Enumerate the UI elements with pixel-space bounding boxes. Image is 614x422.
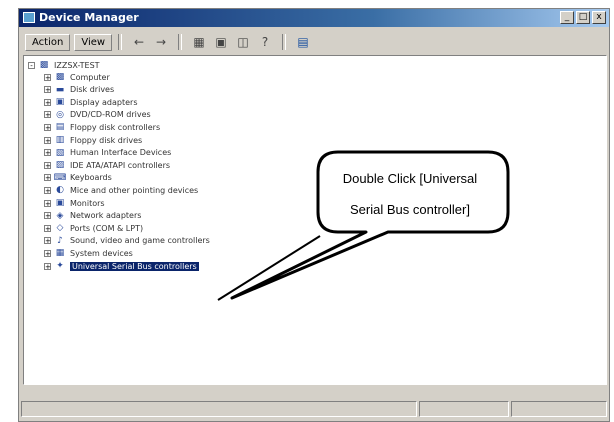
callout-line-1: Double Click [Universal	[342, 171, 478, 186]
callout-text: Double Click [Universal Serial Bus contr…	[316, 163, 504, 225]
callout-graphic	[217, 150, 510, 301]
callout-line-2: Serial Bus controller]	[350, 202, 470, 217]
